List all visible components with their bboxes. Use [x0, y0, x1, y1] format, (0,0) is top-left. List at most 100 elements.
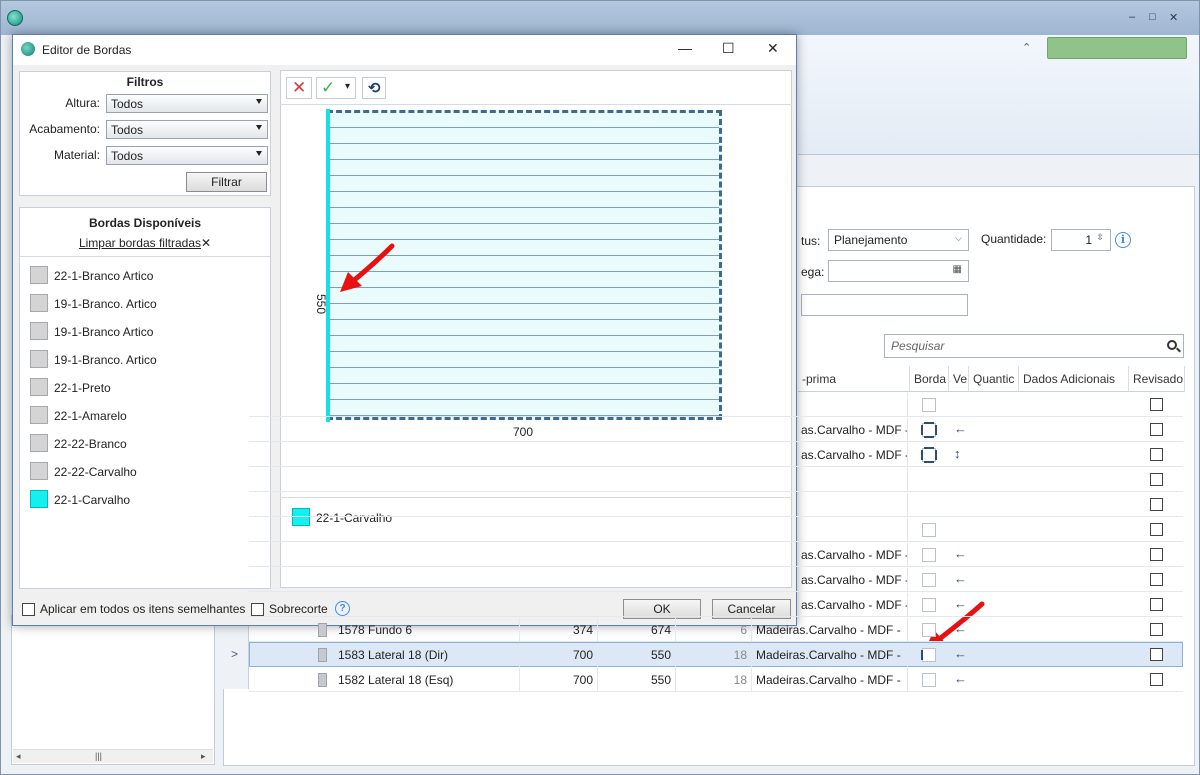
col-header-additional[interactable]: Dados Adicionais	[1019, 366, 1129, 392]
dialog-title: Editor de Bordas	[42, 43, 132, 57]
reviewed-checkbox[interactable]	[1150, 598, 1163, 611]
delivery-label: ega:	[801, 265, 825, 279]
table-row[interactable]	[249, 517, 1183, 542]
quantity-stepper[interactable]: 1 ⇳	[1051, 229, 1111, 251]
grain-line	[330, 159, 719, 160]
reviewed-checkbox[interactable]	[1150, 498, 1163, 511]
border-preview-icon[interactable]	[919, 646, 939, 664]
row-selector-icon: >	[231, 647, 239, 661]
part-name-cell: 1583 Lateral 18 (Dir)	[334, 643, 520, 667]
col-header-material[interactable]: -prima	[798, 366, 910, 392]
reviewed-checkbox[interactable]	[1150, 623, 1163, 636]
border-preview-icon[interactable]	[919, 546, 939, 564]
col-header-ve[interactable]: Ve	[949, 366, 969, 392]
main-minimize-button[interactable]: –	[1129, 11, 1135, 23]
apply-border-button[interactable]: ✓ ▾	[316, 77, 356, 99]
border-color-swatch	[30, 266, 48, 284]
reviewed-checkbox[interactable]	[1150, 423, 1163, 436]
scroll-thumb[interactable]: |||	[95, 751, 102, 761]
main-maximize-button[interactable]: □	[1149, 11, 1156, 23]
border-preview-icon[interactable]	[919, 621, 939, 639]
rotate-icon: ⟲	[368, 80, 381, 97]
col-header-quantity[interactable]: Quantic	[969, 366, 1019, 392]
dialog-close-button[interactable]: ✕	[767, 40, 779, 57]
part-icon	[318, 648, 327, 662]
rotate-button[interactable]: ⟲	[362, 77, 386, 99]
table-row[interactable]	[249, 392, 1183, 417]
calendar-icon[interactable]: ▦	[953, 264, 962, 275]
col-header-borda[interactable]: Borda	[910, 366, 949, 392]
reviewed-checkbox[interactable]	[1150, 673, 1163, 686]
status-select[interactable]: Planejamento ⌵	[828, 229, 969, 251]
border-preview-icon[interactable]	[919, 521, 939, 539]
extra-field[interactable]	[801, 294, 968, 316]
table-row[interactable]	[249, 592, 1183, 617]
remove-border-button[interactable]: ✕	[286, 77, 312, 99]
altura-combo[interactable]: Todos	[106, 94, 268, 113]
reviewed-checkbox[interactable]	[1150, 523, 1163, 536]
border-name: 22-1-Branco Artico	[54, 269, 154, 283]
border-preview-icon[interactable]	[919, 396, 939, 414]
border-preview-icon[interactable]	[919, 446, 939, 464]
available-borders-panel: Bordas Disponíveis Limpar bordas filtrad…	[19, 207, 271, 589]
filters-panel: Filtros Altura: Todos Acabamento: Todos …	[19, 71, 271, 196]
scroll-left-icon[interactable]: ◂	[16, 751, 21, 762]
grain-line	[330, 303, 719, 304]
main-titlebar: – □ ✕	[1, 1, 1199, 35]
border-color-swatch	[30, 294, 48, 312]
material-cell: Madeiras.Carvalho - MDF -	[752, 643, 908, 667]
delivery-date-field[interactable]: ▦	[828, 260, 969, 282]
apply-all-checkbox[interactable]	[22, 603, 35, 616]
reviewed-checkbox[interactable]	[1150, 398, 1163, 411]
border-preview-icon[interactable]	[919, 596, 939, 614]
altura-label: Altura:	[65, 96, 100, 110]
reviewed-checkbox[interactable]	[1150, 448, 1163, 461]
scroll-right-icon[interactable]: ▸	[201, 751, 206, 762]
table-row[interactable]	[249, 417, 1183, 442]
chevron-down-icon: ⌵	[955, 233, 962, 243]
material-cell: as.Carvalho - MDF -	[797, 568, 908, 592]
grain-line	[330, 367, 719, 368]
reviewed-checkbox[interactable]	[1150, 573, 1163, 586]
main-close-button[interactable]: ✕	[1169, 11, 1178, 24]
border-preview-icon[interactable]	[919, 571, 939, 589]
altura-value: Todos	[111, 97, 144, 111]
filters-title: Filtros	[126, 75, 164, 89]
filter-button[interactable]: Filtrar	[186, 172, 267, 192]
clear-filtered-borders-link[interactable]: Limpar bordas filtradas✕	[20, 236, 270, 250]
dialog-logo-icon	[21, 42, 35, 56]
reviewed-checkbox[interactable]	[1150, 473, 1163, 486]
reviewed-checkbox[interactable]	[1150, 548, 1163, 561]
dialog-minimize-button[interactable]: —	[678, 40, 692, 56]
quantity-label: Quantidade:	[981, 232, 1047, 246]
material-label: Material:	[53, 148, 100, 162]
table-row[interactable]	[249, 442, 1183, 467]
border-color-swatch	[30, 406, 48, 424]
dialog-maximize-button[interactable]: ☐	[722, 40, 735, 57]
width-cell: 700	[520, 668, 598, 692]
search-input[interactable]: Pesquisar	[884, 334, 1184, 358]
acabamento-combo[interactable]: Todos	[106, 120, 268, 139]
ribbon-collapse-icon[interactable]: ⌃	[1022, 41, 1031, 54]
table-row[interactable]	[249, 467, 1183, 492]
material-cell	[797, 468, 908, 492]
border-preview-icon[interactable]	[919, 671, 939, 689]
ribbon-green-button[interactable]	[1047, 37, 1187, 59]
border-name: 22-22-Branco	[54, 437, 127, 451]
stepper-icon[interactable]: ⇳	[1096, 232, 1104, 243]
table-row[interactable]	[249, 567, 1183, 592]
table-row[interactable]	[249, 492, 1183, 517]
app-logo-icon	[7, 10, 23, 26]
thickness-cell: 18	[676, 643, 752, 667]
search-icon[interactable]	[1167, 340, 1177, 350]
border-preview-icon[interactable]	[919, 421, 939, 439]
apply-dropdown-icon[interactable]: ▾	[345, 81, 350, 92]
left-horizontal-scrollbar[interactable]: ◂ ||| ▸	[13, 749, 213, 763]
col-header-reviewed[interactable]: Revisado	[1129, 366, 1185, 392]
info-icon[interactable]: i	[1115, 232, 1131, 248]
material-combo[interactable]: Todos	[106, 146, 268, 165]
table-row[interactable]	[249, 542, 1183, 567]
reviewed-checkbox[interactable]	[1150, 648, 1163, 661]
material-cell: as.Carvalho - MDF -	[797, 593, 908, 617]
board-left-edge[interactable]	[326, 109, 330, 422]
